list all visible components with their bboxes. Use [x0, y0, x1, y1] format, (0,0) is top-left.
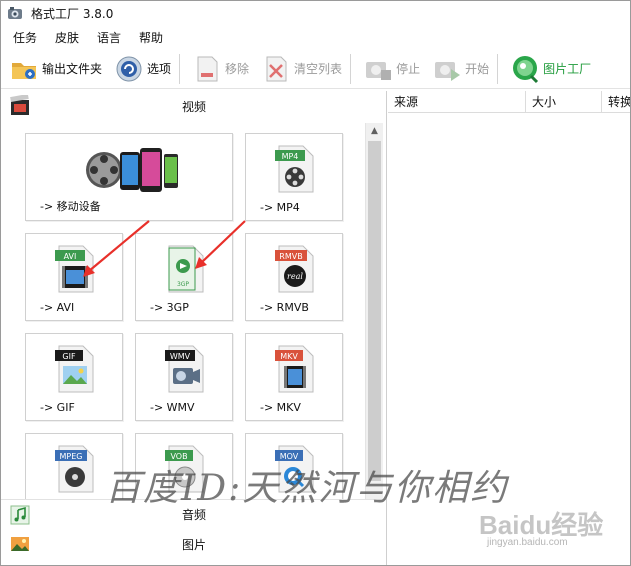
title-bar: 格式工厂 3.8.0 [1, 1, 630, 25]
column-source[interactable]: 来源 [388, 91, 526, 113]
output-folder-label: 输出文件夹 [42, 62, 103, 76]
picture-category-label: 图片 [181, 537, 206, 552]
audio-category-header[interactable]: 音频 [1, 499, 386, 529]
picture-factory-label: 图片工厂 [543, 62, 592, 76]
picture-factory-icon [513, 55, 539, 83]
start-label: 开始 [465, 62, 490, 76]
video-tile-grid: -> 移动设备 MP4 -> MP4 AVI -> AVI 3GP -> 3GP… [1, 123, 365, 499]
options-button[interactable]: 选项 [110, 52, 175, 86]
picture-category-header[interactable]: 图片 [1, 529, 386, 559]
toolbar: 输出文件夹 选项 移除 清空列表 停止 开始 图片工厂 [1, 49, 630, 89]
menu-language[interactable]: 语言 [91, 29, 127, 46]
remove-label: 移除 [225, 62, 250, 76]
picture-icon [11, 537, 29, 551]
remove-button[interactable]: 移除 [188, 52, 253, 86]
task-list-panel: 来源 大小 转换状 [388, 91, 630, 565]
start-icon [435, 61, 461, 81]
stop-button[interactable]: 停止 [359, 52, 424, 86]
menu-bar: 任务 皮肤 语言 帮助 [1, 27, 169, 47]
app-icon [8, 7, 22, 19]
scroll-up-arrow-icon[interactable]: ▲ [366, 123, 383, 139]
menu-help[interactable]: 帮助 [133, 29, 169, 46]
audio-category-label: 音频 [181, 508, 206, 522]
start-button[interactable]: 开始 [428, 52, 493, 86]
video-category-label: 视频 [181, 99, 206, 114]
folder-icon [12, 62, 36, 79]
clear-list-label: 清空列表 [294, 62, 343, 76]
task-list-header: 来源 大小 转换状 [388, 91, 630, 113]
tile-scrollbar[interactable]: ▲ [365, 123, 383, 499]
function-panel: 视频 -> 移动设备 MP4 -> MP4 AVI -> AVI 3GP -> … [1, 91, 387, 565]
toolbar-separator [179, 53, 181, 84]
music-note-icon [10, 505, 30, 524]
column-size[interactable]: 大小 [526, 91, 602, 113]
options-icon [116, 56, 142, 81]
video-category-header[interactable]: 视频 [1, 91, 386, 121]
toolbar-separator [497, 53, 499, 84]
scroll-thumb[interactable] [368, 141, 381, 481]
menu-skin[interactable]: 皮肤 [49, 29, 85, 46]
options-label: 选项 [147, 62, 172, 76]
video-category-icon [10, 95, 29, 115]
picture-factory-button[interactable]: 图片工厂 [506, 52, 595, 86]
remove-icon [197, 56, 218, 81]
clear-list-icon [266, 56, 287, 81]
stop-icon [366, 61, 392, 80]
menu-task[interactable]: 任务 [7, 29, 43, 46]
output-folder-button[interactable]: 输出文件夹 [5, 52, 106, 86]
clear-list-button[interactable]: 清空列表 [257, 52, 346, 86]
annotation-arrows [83, 220, 246, 277]
column-status[interactable]: 转换状 [602, 91, 630, 113]
stop-label: 停止 [396, 62, 421, 76]
app-window: 格式工厂 3.8.0 任务 皮肤 语言 帮助 输出文件夹 选项 移除 清空列表 … [0, 0, 631, 566]
toolbar-separator [350, 53, 352, 84]
window-title: 格式工厂 3.8.0 [31, 6, 114, 21]
